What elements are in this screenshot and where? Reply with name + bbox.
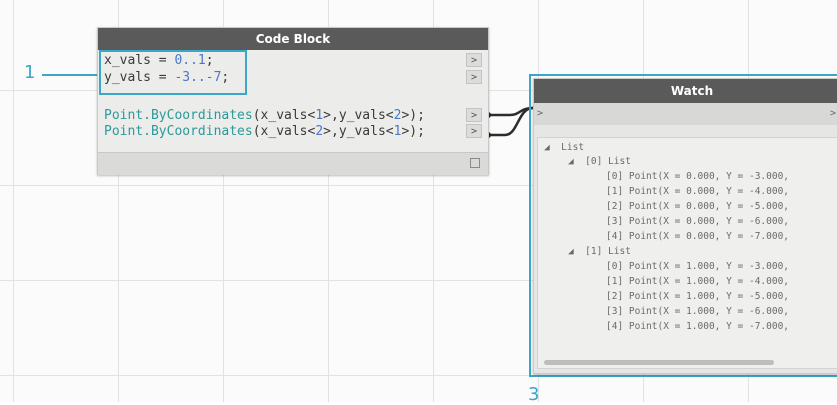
watch-title[interactable]: Watch (534, 79, 837, 103)
code-line-point-1[interactable]: Point.ByCoordinates(x_vals<1>,y_vals<2>)… (104, 108, 425, 123)
tree-item: [2] Point(X = 1.000, Y = -5.000, (606, 291, 790, 302)
watch-node[interactable]: Watch > > ◢ List ◢ [0] List [0] Point(X … (533, 78, 837, 374)
watch-preview-tree[interactable]: ◢ List ◢ [0] List [0] Point(X = 0.000, Y… (537, 137, 837, 369)
tree-node-list-0[interactable]: ◢ [0] List (568, 156, 631, 167)
tree-item: [3] Point(X = 0.000, Y = -6.000, (606, 216, 790, 227)
callout-1-label: 1 (24, 62, 36, 83)
preview-toggle-icon[interactable] (470, 158, 480, 168)
watch-output-port[interactable]: > (830, 108, 836, 119)
tree-item: [4] Point(X = 0.000, Y = -7.000, (606, 231, 790, 242)
tree-item: [3] Point(X = 1.000, Y = -6.000, (606, 306, 790, 317)
tree-item: [2] Point(X = 0.000, Y = -5.000, (606, 201, 790, 212)
code-block-footer (98, 152, 488, 175)
output-port-x-vals[interactable]: > (466, 53, 482, 67)
tree-item: [0] Point(X = 1.000, Y = -3.000, (606, 261, 790, 272)
horizontal-scrollbar[interactable] (544, 360, 774, 365)
tree-item: [0] Point(X = 0.000, Y = -3.000, (606, 171, 790, 182)
tree-node-list-1[interactable]: ◢ [1] List (568, 246, 631, 257)
output-port-point-1[interactable]: > (466, 108, 482, 122)
watch-input-port[interactable]: > (537, 108, 543, 119)
tree-item: [1] Point(X = 1.000, Y = -4.000, (606, 276, 790, 287)
callout-1-line (42, 74, 98, 76)
code-block-node[interactable]: Code Block x_vals = 0..1; y_vals = -3..-… (97, 27, 489, 175)
output-port-point-2[interactable]: > (466, 124, 482, 138)
code-block-editor[interactable]: x_vals = 0..1; y_vals = -3..-7; Point.By… (98, 50, 488, 152)
tree-item: [4] Point(X = 1.000, Y = -7.000, (606, 321, 790, 332)
code-line-point-2[interactable]: Point.ByCoordinates(x_vals<2>,y_vals<1>)… (104, 124, 425, 139)
tree-node-root[interactable]: ◢ List (544, 142, 584, 153)
tree-item: [1] Point(X = 0.000, Y = -4.000, (606, 186, 790, 197)
highlight-box-1 (99, 50, 247, 95)
code-block-title[interactable]: Code Block (98, 28, 488, 50)
output-port-y-vals[interactable]: > (466, 70, 482, 84)
output-ports: > > > > (460, 50, 488, 152)
watch-port-bar: > > (534, 103, 837, 125)
